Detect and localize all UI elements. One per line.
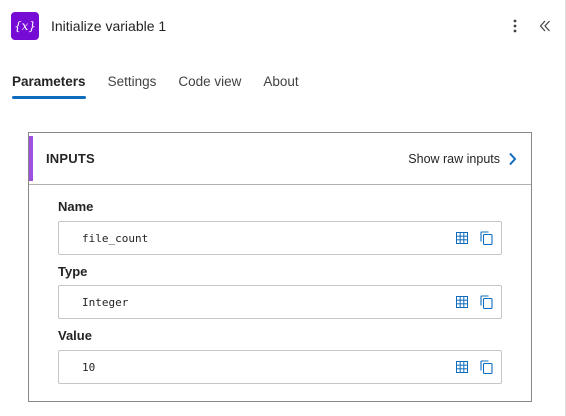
collapse-panel-button[interactable] xyxy=(534,14,556,38)
inputs-section-label: INPUTS xyxy=(46,151,95,166)
more-options-button[interactable] xyxy=(504,14,526,38)
type-field-label: Type xyxy=(58,264,88,279)
value-field[interactable]: 10 xyxy=(58,350,502,384)
tab-parameters[interactable]: Parameters xyxy=(12,70,86,99)
name-field-actions xyxy=(456,231,493,245)
type-field[interactable]: Integer xyxy=(58,285,502,319)
action-details-panel: {x} Initialize variable 1 Parameters Set… xyxy=(0,0,566,416)
panel-header: {x} Initialize variable 1 xyxy=(11,10,556,42)
inputs-card-header: INPUTS Show raw inputs xyxy=(29,133,531,185)
type-field-actions xyxy=(456,295,493,309)
variable-icon: {x} xyxy=(11,12,39,40)
action-title[interactable]: Initialize variable 1 xyxy=(51,18,166,34)
copy-icon[interactable] xyxy=(480,360,493,374)
name-field-label: Name xyxy=(58,199,94,214)
type-field-value: Integer xyxy=(82,295,129,309)
inputs-card: INPUTS Show raw inputs Name file_count T… xyxy=(28,132,532,402)
table-icon[interactable] xyxy=(456,361,468,373)
name-field-value: file_count xyxy=(82,231,149,245)
tab-settings[interactable]: Settings xyxy=(108,70,157,99)
header-actions xyxy=(504,14,556,38)
value-field-value: 10 xyxy=(82,360,96,374)
chevron-right-icon xyxy=(508,152,517,166)
more-vertical-icon xyxy=(513,19,517,33)
tab-about[interactable]: About xyxy=(263,70,298,99)
show-raw-inputs-button[interactable]: Show raw inputs xyxy=(408,152,517,166)
show-raw-inputs-label: Show raw inputs xyxy=(408,151,500,166)
double-chevron-left-icon xyxy=(539,20,550,32)
tab-code-view[interactable]: Code view xyxy=(178,70,241,99)
tab-list: Parameters Settings Code view About xyxy=(12,70,321,99)
table-icon[interactable] xyxy=(456,296,468,308)
name-field[interactable]: file_count xyxy=(58,221,502,255)
copy-icon[interactable] xyxy=(480,231,493,245)
table-icon[interactable] xyxy=(456,232,468,244)
value-field-label: Value xyxy=(58,328,92,343)
value-field-actions xyxy=(456,360,493,374)
section-accent-bar xyxy=(29,136,33,181)
copy-icon[interactable] xyxy=(480,295,493,309)
